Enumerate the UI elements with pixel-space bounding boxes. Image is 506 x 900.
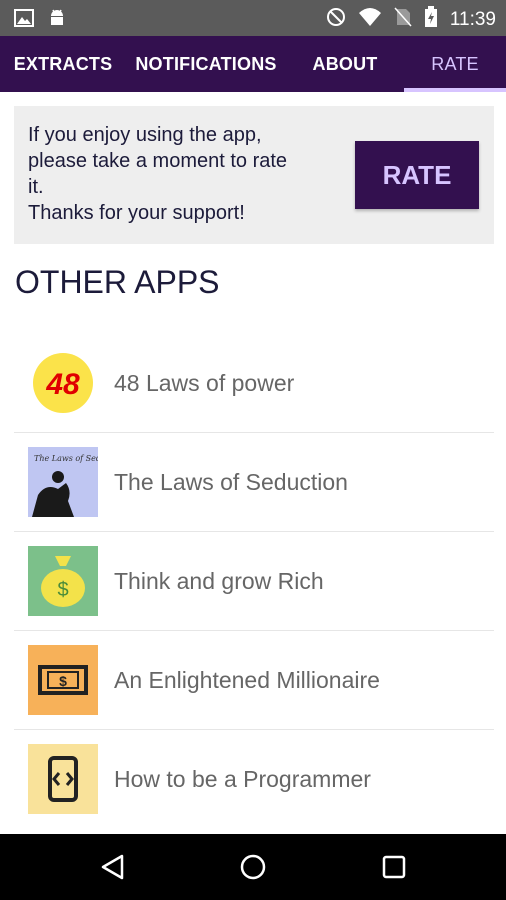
app-label: An Enlightened Millionaire	[114, 667, 380, 693]
dollar-bill-icon-text: $	[59, 673, 67, 689]
tab-bar: EXTRACTS NOTIFICATIONS ABOUT RATE	[0, 36, 506, 92]
48-laws-icon: 48	[28, 348, 98, 418]
rate-message-line: If you enjoy using the app,	[28, 124, 262, 146]
section-title-other-apps: OTHER APPS	[15, 264, 220, 300]
app-label: 48 Laws of power	[114, 370, 295, 396]
navigation-bar	[0, 834, 506, 900]
status-time: 11:39	[449, 8, 496, 30]
list-item-laws-of-seduction[interactable]: The Laws of Seduction The Laws of Seduct…	[14, 433, 494, 532]
tab-rate[interactable]: RATE	[404, 36, 506, 92]
app-label: How to be a Programmer	[114, 766, 371, 792]
do-not-disturb-icon	[326, 7, 346, 32]
list-item-enlightened-millionaire[interactable]: $ An Enlightened Millionaire	[14, 631, 494, 730]
tab-label: RATE	[431, 53, 479, 74]
money-bag-icon: $	[28, 546, 98, 616]
48-laws-icon-text: 48	[45, 368, 80, 401]
list-item-how-to-be-a-programmer[interactable]: How to be a Programmer	[14, 730, 494, 829]
app-label: The Laws of Seduction	[114, 469, 348, 495]
home-icon[interactable]	[238, 852, 268, 882]
laws-of-seduction-icon: The Laws of Seduction	[28, 447, 126, 517]
back-icon[interactable]	[98, 852, 128, 882]
laws-of-seduction-icon-text: The Laws of Seduction	[34, 454, 98, 463]
rate-message-line: please take a moment to rate	[28, 150, 288, 172]
tab-about[interactable]: ABOUT	[286, 36, 404, 92]
list-item-think-and-grow-rich[interactable]: $ Think and grow Rich	[14, 532, 494, 631]
other-apps-list: 48 48 Laws of power The Laws of Seductio…	[14, 334, 494, 829]
tab-notifications[interactable]: NOTIFICATIONS	[126, 36, 286, 92]
recents-icon[interactable]	[379, 852, 409, 882]
rate-message-line: it.	[28, 176, 44, 198]
wifi-icon	[358, 7, 382, 32]
rate-message-line: Thanks for your support!	[28, 202, 245, 224]
tab-label: EXTRACTS	[13, 53, 113, 74]
status-bar: 11:39	[0, 0, 506, 36]
tab-label: NOTIFICATIONS	[135, 53, 277, 74]
battery-charging-icon	[424, 6, 438, 33]
rate-card: If you enjoy using the app, please take …	[14, 106, 494, 244]
no-sim-icon	[394, 7, 412, 32]
money-bag-icon-text: $	[57, 579, 68, 601]
tab-label: ABOUT	[312, 53, 378, 74]
tab-extracts[interactable]: EXTRACTS	[0, 36, 126, 92]
rate-message: If you enjoy using the app, please take …	[28, 122, 338, 226]
android-icon	[48, 8, 66, 33]
image-icon	[14, 9, 34, 32]
tab-indicator	[404, 88, 506, 92]
dollar-bill-icon: $	[28, 645, 98, 715]
list-item-48-laws[interactable]: 48 48 Laws of power	[14, 334, 494, 433]
app-label: Think and grow Rich	[114, 568, 324, 594]
rate-button[interactable]: RATE	[355, 141, 479, 209]
code-phone-icon	[28, 744, 98, 814]
